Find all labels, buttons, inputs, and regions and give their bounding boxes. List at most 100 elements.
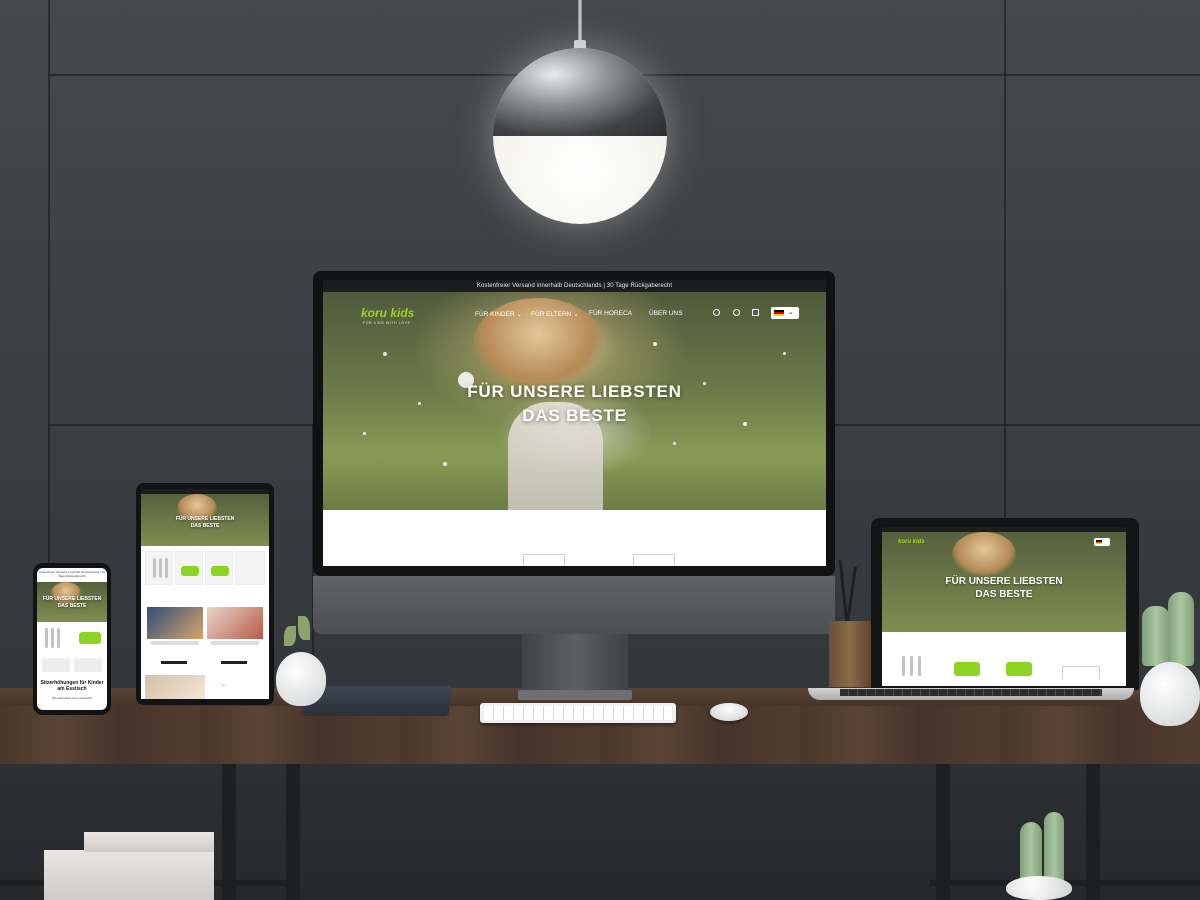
cutlery-image <box>153 558 156 578</box>
dandelion-seed <box>418 402 421 405</box>
notebook <box>302 686 452 716</box>
hero-title-line2: DAS BESTE <box>522 406 627 425</box>
logo-tagline: FOR KIDS WITH LOVE <box>363 321 411 325</box>
product-chair-image <box>523 554 565 566</box>
dandelion-seed <box>673 442 676 445</box>
logo-text: koru kids <box>361 306 415 320</box>
product-caption <box>42 658 70 672</box>
nav-item-fuer-horeca[interactable]: FÜR HORECA <box>589 310 632 317</box>
mouse <box>710 703 748 721</box>
blog-button[interactable] <box>221 661 247 664</box>
hero-banner: FÜR UNSERE LIEBSTEN DAS BESTE <box>141 494 269 546</box>
carousel-dots: • • • <box>221 683 226 687</box>
monitor-chin <box>313 576 835 634</box>
product-carousel[interactable] <box>37 624 107 654</box>
pendant-lamp <box>493 48 667 224</box>
desk-leg <box>222 760 236 900</box>
laptop-screen: koru kids FÜR UNSERE LIEBSTEN DAS BESTE <box>882 527 1126 686</box>
language-selector[interactable] <box>1094 538 1110 546</box>
nav-label: ÜBER UNS <box>649 310 683 317</box>
nav-label: FÜR ELTERN <box>531 311 572 318</box>
product-card[interactable] <box>175 551 203 585</box>
nav-label: FÜR KINDER <box>475 311 515 318</box>
hero-banner: koru kids FÜR UNSERE LIEBSTEN DAS BESTE <box>882 532 1126 632</box>
keyboard <box>480 703 676 723</box>
product-chair-image <box>1062 666 1100 679</box>
cutlery-image <box>51 628 54 648</box>
cutlery-image <box>910 656 913 676</box>
shelf-box <box>84 832 214 852</box>
cutlery-image <box>165 558 168 578</box>
booster-seat-image <box>181 566 199 576</box>
laptop-keyboard <box>840 689 1102 696</box>
hero-title-line2: DAS BESTE <box>57 603 87 609</box>
de-flag-icon <box>774 310 784 316</box>
cactus-plant <box>1020 822 1042 882</box>
cutlery-image <box>918 656 921 676</box>
hero-title-line1: FÜR UNSERE LIEBSTEN <box>42 596 102 602</box>
nav-item-ueber-uns[interactable]: ÜBER UNS <box>649 310 683 317</box>
plant-pot <box>276 652 326 706</box>
section-subheading: Die Alternative zum Hochstuhl <box>51 696 93 700</box>
cutlery-image <box>159 558 162 578</box>
lamp-shade <box>493 48 667 136</box>
nav-item-fuer-kinder[interactable]: FÜR KINDER ⌄ <box>475 310 522 318</box>
shelf-box <box>44 850 214 900</box>
chevron-down-icon: ⌄ <box>788 309 794 316</box>
plant-leaf <box>284 626 296 646</box>
chevron-down-icon: ⌄ <box>573 311 579 318</box>
cactus-plant <box>1142 606 1170 666</box>
plant-pot <box>1140 662 1200 726</box>
language-selector[interactable]: ⌄ <box>771 307 799 319</box>
announcement-bar: Kostenfreier Versand innerhalb Deutschla… <box>39 570 105 582</box>
dandelion-seed <box>443 462 447 466</box>
site-logo[interactable]: koru kids <box>898 539 925 545</box>
blog-image[interactable] <box>147 607 203 639</box>
hero-title-line1: FÜR UNSERE LIEBSTEN <box>467 382 682 401</box>
desk-leg <box>286 760 300 900</box>
hero-banner: koru kids FOR KIDS WITH LOVE FÜR KINDER … <box>323 292 826 510</box>
hero-title-line1: FÜR UNSERE LIEBSTEN <box>945 576 1063 587</box>
de-flag-icon <box>1096 540 1102 544</box>
booster-seat-image <box>79 632 101 644</box>
blog-image[interactable] <box>207 607 263 639</box>
blog-caption <box>211 641 259 645</box>
booster-seat-image <box>954 662 980 676</box>
nav-item-fuer-eltern[interactable]: FÜR ELTERN ⌄ <box>531 310 579 318</box>
hero-banner: FÜR UNSERE LIEBSTEN DAS BESTE <box>37 582 107 622</box>
plant-leaf <box>298 616 310 640</box>
chevron-down-icon: ⌄ <box>516 311 522 318</box>
hero-title: FÜR UNSERE LIEBSTEN DAS BESTE <box>175 516 235 529</box>
product-card[interactable] <box>145 551 173 585</box>
announcement-bar: Kostenfreier Versand innerhalb Deutschla… <box>323 280 826 292</box>
cactus-plant <box>1168 592 1194 666</box>
product-caption <box>74 658 102 672</box>
site-logo[interactable]: koru kids FOR KIDS WITH LOVE <box>361 306 421 328</box>
pencil-cup <box>829 621 871 687</box>
blog-caption <box>151 641 199 645</box>
product-card[interactable] <box>235 551 265 585</box>
account-icon[interactable] <box>733 309 740 316</box>
desktop-screen: Kostenfreier Versand innerhalb Deutschla… <box>323 280 826 566</box>
desk-leg <box>1086 760 1100 900</box>
footer-image <box>145 675 205 699</box>
monitor-foot <box>518 690 632 700</box>
cutlery-image <box>902 656 905 676</box>
booster-seat-image <box>1006 662 1032 676</box>
cutlery-image <box>57 628 60 648</box>
hero-image-girl <box>952 532 1016 576</box>
dandelion-seed <box>363 432 366 435</box>
product-row <box>882 632 1126 686</box>
product-card[interactable] <box>205 551 233 585</box>
monitor-stand <box>522 634 628 696</box>
hero-title-line2: DAS BESTE <box>975 589 1033 600</box>
booster-seat-image <box>211 566 229 576</box>
section-heading: Sitzerhöhungen für Kinder am Esstisch <box>40 680 104 692</box>
cart-icon[interactable] <box>752 309 759 316</box>
search-icon[interactable] <box>713 309 720 316</box>
blog-button[interactable] <box>161 661 187 664</box>
keyboard-keys <box>484 706 672 720</box>
nav-label: FÜR HORECA <box>589 310 632 317</box>
plant-pot <box>1006 876 1072 900</box>
phone-screen: Kostenfreier Versand innerhalb Deutschla… <box>37 568 107 710</box>
